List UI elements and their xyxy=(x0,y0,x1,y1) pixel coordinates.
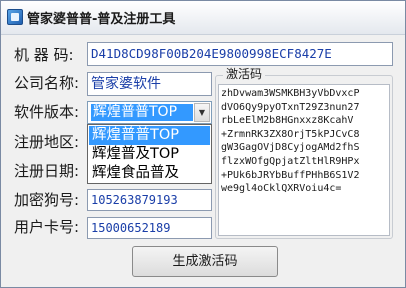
region-label: 注册地区: xyxy=(14,133,80,151)
card-label: 用户卡号: xyxy=(14,218,80,236)
activation-code-line: we9gl4oCklQXRVoiu4c= xyxy=(221,183,342,195)
machine-code-field[interactable]: D41D8CD98F00B204E9800998ECF8427E xyxy=(87,42,393,66)
version-option[interactable]: 辉煌普普TOP xyxy=(89,126,210,145)
company-name-field[interactable]: 管家婆软件 xyxy=(87,72,212,96)
version-option[interactable]: 辉煌食品普及 xyxy=(89,164,210,183)
date-label: 注册日期: xyxy=(14,162,80,180)
card-number-field[interactable]: 15000652189 xyxy=(87,217,212,239)
activation-code-line: flzxWOfgQpjatZltHlR9HPx xyxy=(221,155,360,167)
dongle-label: 加密狗号: xyxy=(14,191,80,209)
company-label: 公司名称: xyxy=(14,74,80,92)
version-label: 软件版本: xyxy=(14,103,80,121)
machine-code-label: 机 器 码: xyxy=(14,46,74,64)
activation-code-line: dVO6Qy9pyOTxnT29Z3nun27 xyxy=(221,101,360,113)
activation-code-label: 激活码 xyxy=(223,67,266,81)
version-dropdown-list: 辉煌普普TOP 辉煌普及TOP 辉煌食品普及 xyxy=(87,124,212,184)
activation-code-line: +ZrmnRK3ZX8OrjT5kPJCvC8 xyxy=(221,128,360,140)
chevron-down-icon[interactable]: ▼ xyxy=(194,103,210,122)
app-icon xyxy=(7,9,23,25)
version-select[interactable]: 辉煌普普TOP ▼ xyxy=(87,101,212,124)
title-bar: 管家婆普普-普及注册工具 xyxy=(1,1,405,35)
activation-code-line: +PUk6bJRYbBuffPHhB6S1V2 xyxy=(221,169,360,181)
version-selected-value: 辉煌普普TOP xyxy=(91,104,193,121)
version-option[interactable]: 辉煌普及TOP xyxy=(89,145,210,164)
main-window: 管家婆普普-普及注册工具 机 器 码: D41D8CD98F00B204E980… xyxy=(0,0,406,288)
activation-code-line: gW3GagOVjD8CyjogAMd2fhS xyxy=(221,142,360,154)
window-title: 管家婆普普-普及注册工具 xyxy=(27,12,176,27)
activation-code-line: zhDvwam3WSMKBH3yVbDvxcP xyxy=(221,88,360,99)
activation-code-line: rbLeElM2b8HGnxxz8KcahV xyxy=(221,115,354,127)
activation-code-textarea[interactable]: zhDvwam3WSMKBH3yVbDvxcP dVO6Qy9pyOTxnT29… xyxy=(218,84,390,236)
dongle-number-field[interactable]: 105263879193 xyxy=(87,189,212,211)
generate-activation-button[interactable]: 生成激活码 xyxy=(132,246,278,277)
